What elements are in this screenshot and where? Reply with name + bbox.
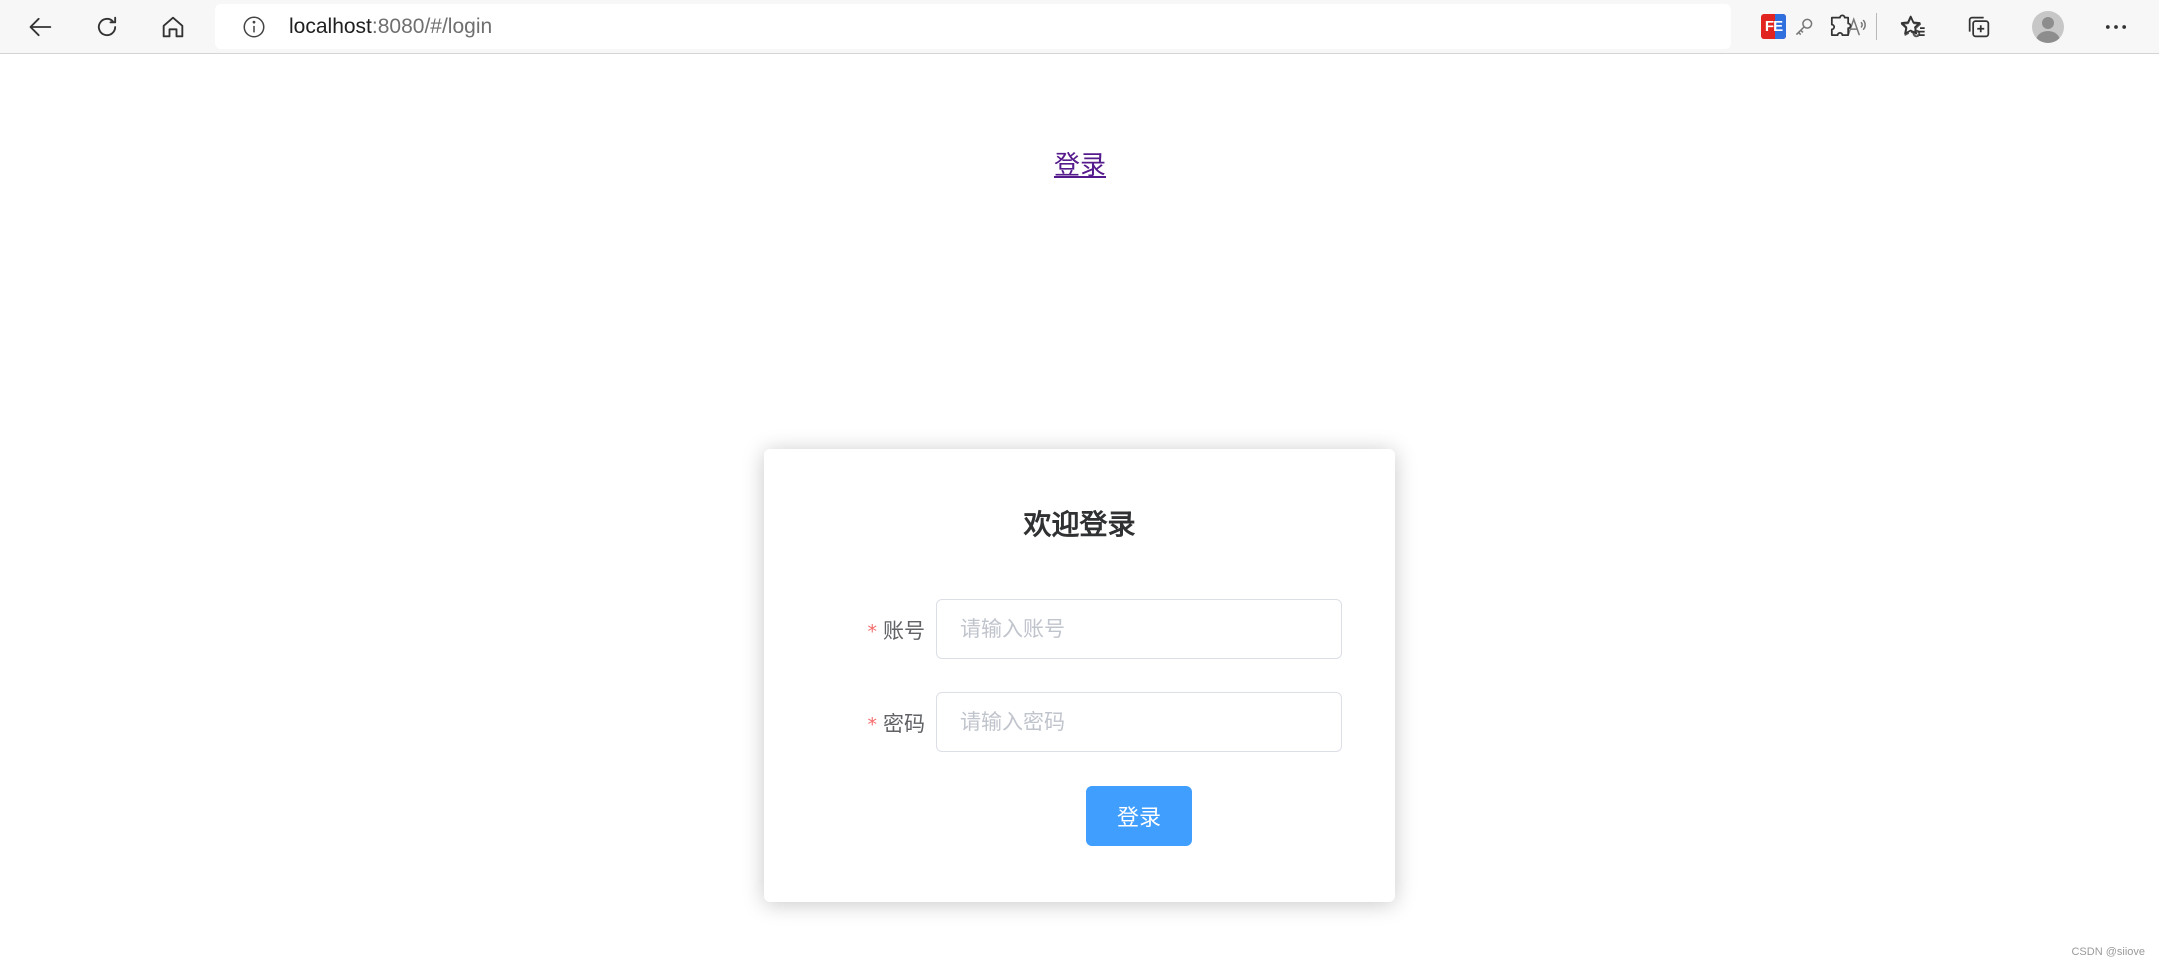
account-input[interactable] [936,599,1342,659]
url-text[interactable]: localhost:8080/#/login [289,14,492,40]
info-icon[interactable] [239,12,269,42]
key-icon[interactable] [1789,12,1819,42]
back-arrow-icon[interactable] [25,11,57,43]
toolbar-divider [1876,13,1877,40]
profile-avatar-icon[interactable] [2032,11,2064,43]
fe-extension-label: FE [1764,18,1783,35]
home-icon[interactable] [157,11,189,43]
refresh-icon[interactable] [91,11,123,43]
account-label: * 账号 [868,615,926,645]
account-form-item: * 账号 [764,599,1395,659]
watermark: CSDN @siiove [2071,946,2145,958]
login-title: 欢迎登录 [1023,508,1136,541]
password-form-item: * 密码 [764,692,1395,752]
url-host: localhost [289,15,372,38]
puzzle-icon[interactable] [1824,11,1856,43]
collections-icon[interactable] [1963,11,1995,43]
browser-toolbar: localhost:8080/#/login FE [0,0,2159,54]
login-nav-link[interactable]: 登录 [1040,145,1120,182]
password-input[interactable] [936,692,1342,752]
password-label: * 密码 [868,708,926,738]
favorites-icon[interactable] [1897,11,1929,43]
password-label-text: 密码 [883,712,925,736]
required-mark: * [867,621,878,643]
fe-extension-icon[interactable]: FE [1761,14,1786,39]
url-path: :8080/#/login [371,15,493,38]
more-icon[interactable] [2100,11,2132,43]
account-label-text: 账号 [883,619,925,643]
required-mark: * [867,714,878,736]
address-bar[interactable]: localhost:8080/#/login [215,4,1922,49]
login-button[interactable]: 登录 [1086,786,1192,846]
login-card: 欢迎登录 *账号 *密码 登录 [764,449,1395,902]
